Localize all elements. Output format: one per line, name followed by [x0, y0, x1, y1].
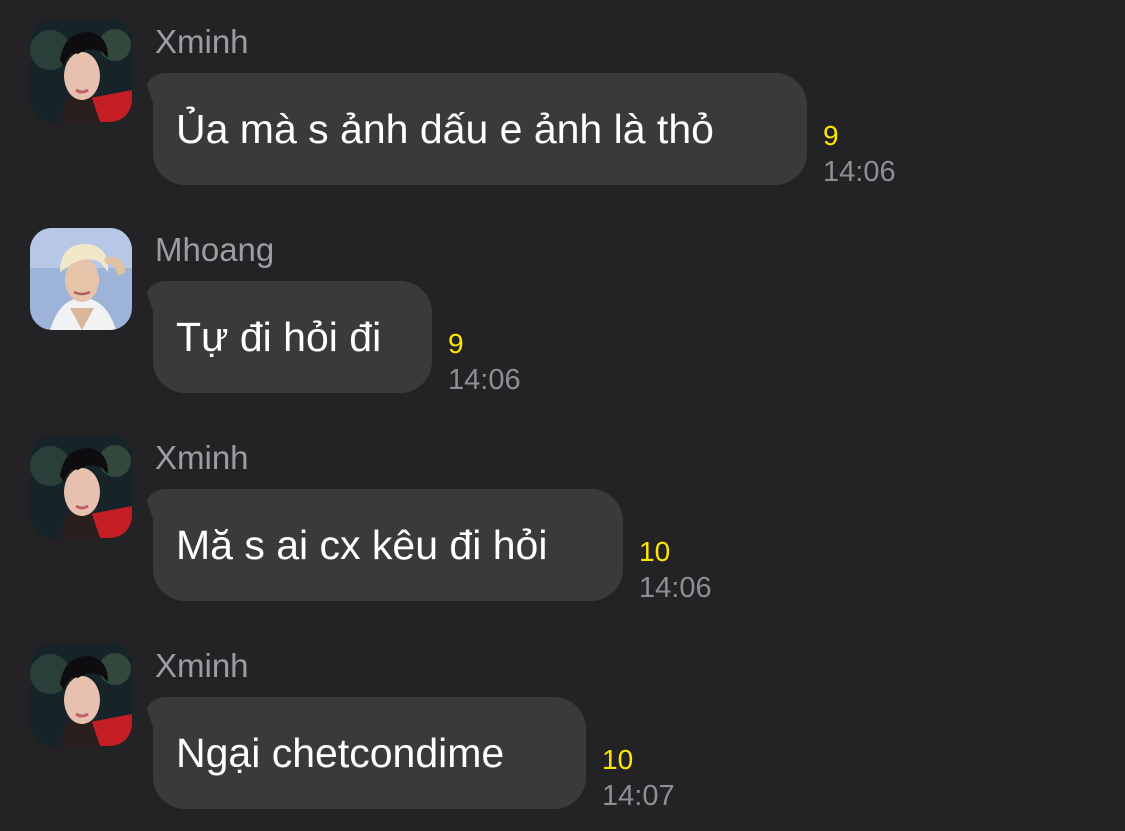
avatar[interactable]	[30, 228, 132, 330]
message-row: Xminh Ngại chetcondime 10 14:07	[0, 644, 1125, 831]
message-time: 14:07	[602, 780, 675, 812]
xminh-avatar-image	[30, 436, 132, 538]
unread-count: 10	[639, 536, 671, 567]
avatar[interactable]	[30, 436, 132, 538]
mhoang-avatar-image	[30, 228, 132, 330]
unread-count: 9	[823, 120, 839, 151]
message-meta: 10 14:07	[602, 744, 675, 814]
xminh-avatar-image	[30, 20, 132, 122]
sender-name: Xminh	[155, 439, 249, 476]
message-meta: 9 14:06	[448, 328, 521, 398]
chat-message-list[interactable]: Xminh Ủa mà s ảnh dấu e ảnh là thỏ 9 14:…	[0, 0, 1125, 831]
message-time: 14:06	[448, 364, 521, 396]
message-bubble[interactable]: Ngại chetcondime	[153, 697, 586, 809]
message-time: 14:06	[639, 572, 712, 604]
message-row: Mhoang Tự đi hỏi đi 9 14:06	[0, 228, 1125, 428]
sender-name: Xminh	[155, 647, 249, 684]
unread-count: 9	[448, 328, 464, 359]
message-bubble[interactable]: Tự đi hỏi đi	[153, 281, 432, 393]
sender-name: Mhoang	[155, 231, 275, 268]
message-text: Tự đi hỏi đi	[176, 314, 382, 360]
message-row: Xminh Mă s ai cx kêu đi hỏi 10 14:06	[0, 436, 1125, 636]
unread-count: 10	[602, 744, 634, 775]
message-bubble[interactable]: Mă s ai cx kêu đi hỏi	[153, 489, 623, 601]
message-time: 14:06	[823, 156, 896, 188]
message-text: Mă s ai cx kêu đi hỏi	[176, 522, 548, 568]
sender-name: Xminh	[155, 23, 249, 60]
message-row: Xminh Ủa mà s ảnh dấu e ảnh là thỏ 9 14:…	[0, 20, 1125, 220]
message-text: Ủa mà s ảnh dấu e ảnh là thỏ	[176, 106, 714, 152]
avatar[interactable]	[30, 20, 132, 122]
message-meta: 10 14:06	[639, 536, 712, 606]
message-bubble[interactable]: Ủa mà s ảnh dấu e ảnh là thỏ	[153, 73, 807, 185]
xminh-avatar-image	[30, 644, 132, 746]
message-meta: 9 14:06	[823, 120, 896, 190]
message-text: Ngại chetcondime	[176, 730, 505, 776]
avatar[interactable]	[30, 644, 132, 746]
